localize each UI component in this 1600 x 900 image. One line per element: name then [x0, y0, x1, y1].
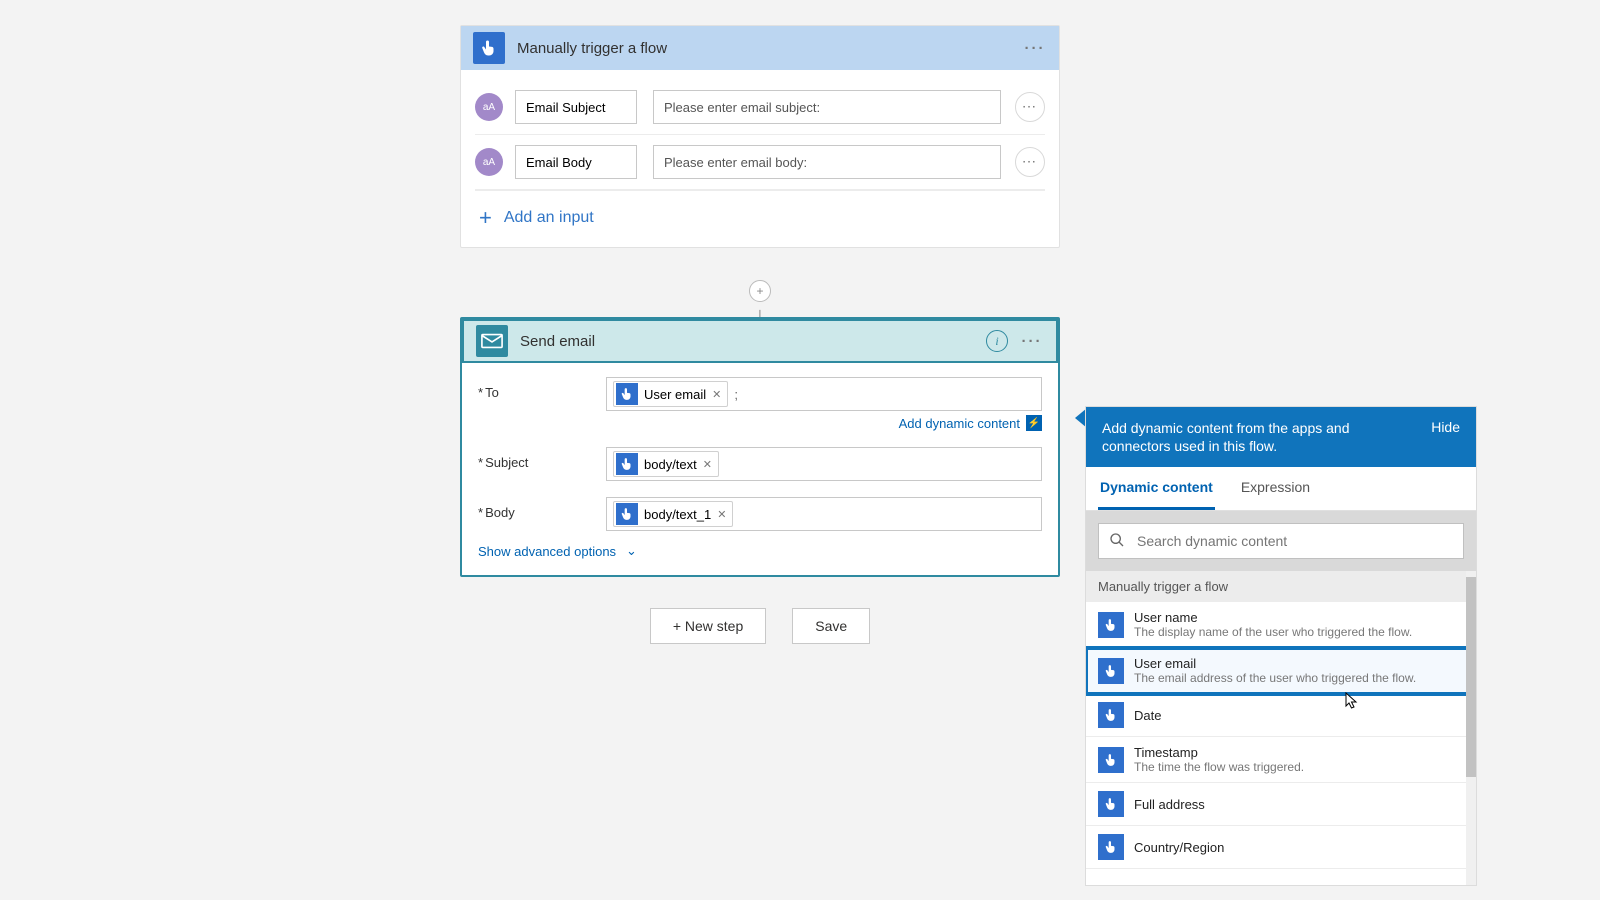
dyn-item-desc: The display name of the user who trigger…: [1134, 625, 1464, 639]
dyn-item-desc: The email address of the user who trigge…: [1134, 671, 1464, 685]
token-label: body/text_1: [644, 507, 711, 522]
show-advanced-link[interactable]: Show advanced options ⌄: [478, 539, 1042, 565]
token-body-text[interactable]: body/text ✕: [613, 451, 719, 477]
dyn-item-country-region[interactable]: Country/Region: [1086, 826, 1476, 869]
token-label: User email: [644, 387, 706, 402]
flyout-list[interactable]: Manually trigger a flow User name The di…: [1086, 571, 1476, 885]
field-label-subject: *Subject: [478, 447, 606, 470]
flyout-search[interactable]: [1098, 523, 1464, 559]
search-icon: [1109, 532, 1125, 551]
trigger-input-row: aA Email Subject Please enter email subj…: [475, 80, 1045, 135]
action-title: Send email: [520, 333, 986, 350]
flyout-scrollbar[interactable]: [1466, 571, 1476, 885]
trigger-input-prompt[interactable]: Please enter email body:: [653, 145, 1001, 179]
token-user-email[interactable]: User email ✕: [613, 381, 728, 407]
flyout-tabs: Dynamic content Expression: [1086, 467, 1476, 511]
token-remove[interactable]: ✕: [703, 458, 712, 471]
dyn-item-title: Timestamp: [1134, 745, 1464, 760]
insert-step-button[interactable]: +: [749, 280, 771, 302]
flow-icon: [616, 383, 638, 405]
action-card: Send email i ··· *To User email ✕: [460, 317, 1060, 577]
field-label-body: *Body: [478, 497, 606, 520]
tab-expression[interactable]: Expression: [1239, 467, 1312, 510]
token-remove[interactable]: ✕: [717, 508, 726, 521]
field-label-to: *To: [478, 377, 606, 400]
add-dynamic-content-link[interactable]: Add dynamic content ⚡: [606, 411, 1042, 431]
chevron-down-icon: ⌄: [626, 543, 637, 559]
flow-icon: [1098, 747, 1124, 773]
dyn-item-title: User email: [1134, 656, 1464, 671]
flyout-message: Add dynamic content from the apps and co…: [1102, 419, 1419, 455]
new-step-button[interactable]: + New step: [650, 608, 766, 644]
tab-dynamic-content[interactable]: Dynamic content: [1098, 467, 1215, 510]
flow-icon: [1098, 702, 1124, 728]
action-menu-button[interactable]: ···: [1020, 329, 1044, 353]
trigger-input-options[interactable]: ···: [1015, 147, 1045, 177]
dyn-item-full-address[interactable]: Full address: [1086, 783, 1476, 826]
trigger-card: Manually trigger a flow ··· aA Email Sub…: [460, 25, 1060, 248]
add-input-label: Add an input: [504, 209, 594, 227]
flyout-hide-button[interactable]: Hide: [1419, 419, 1460, 455]
field-subject: *Subject body/text ✕: [478, 439, 1042, 489]
plus-icon: +: [479, 207, 492, 229]
dynamic-content-icon: ⚡: [1026, 415, 1042, 431]
to-input[interactable]: User email ✕ ;: [606, 377, 1042, 411]
dyn-item-user-email[interactable]: User email The email address of the user…: [1086, 648, 1476, 694]
field-to: *To User email ✕ ; Add dynamic co: [478, 369, 1042, 439]
trigger-input-options[interactable]: ···: [1015, 92, 1045, 122]
trigger-header[interactable]: Manually trigger a flow ···: [461, 26, 1059, 70]
trigger-menu-button[interactable]: ···: [1023, 36, 1047, 60]
touch-icon: [473, 32, 505, 64]
trigger-input-row: aA Email Body Please enter email body: ·…: [475, 135, 1045, 190]
flyout-group-header: Manually trigger a flow: [1086, 571, 1476, 602]
flyout-search-wrap: [1086, 511, 1476, 571]
dyn-item-timestamp[interactable]: Timestamp The time the flow was triggere…: [1086, 737, 1476, 783]
flow-icon: [1098, 658, 1124, 684]
dynamic-content-flyout: Add dynamic content from the apps and co…: [1085, 406, 1477, 886]
dyn-item-title: User name: [1134, 610, 1464, 625]
flow-icon: [1098, 834, 1124, 860]
dyn-item-title: Date: [1134, 708, 1464, 723]
flyout-header: Add dynamic content from the apps and co…: [1086, 407, 1476, 467]
flow-icon: [1098, 612, 1124, 638]
flow-icon: [616, 453, 638, 475]
scrollbar-thumb[interactable]: [1466, 577, 1476, 777]
mail-icon: [476, 325, 508, 357]
flow-icon: [616, 503, 638, 525]
trigger-input-prompt[interactable]: Please enter email subject:: [653, 90, 1001, 124]
bottom-actions: + New step Save: [460, 608, 1060, 644]
dyn-item-title: Full address: [1134, 797, 1464, 812]
dyn-item-title: Country/Region: [1134, 840, 1464, 855]
field-body: *Body body/text_1 ✕: [478, 489, 1042, 539]
trigger-input-name[interactable]: Email Body: [515, 145, 637, 179]
to-text: ;: [734, 387, 738, 402]
trigger-input-name[interactable]: Email Subject: [515, 90, 637, 124]
dyn-item-user-name[interactable]: User name The display name of the user w…: [1086, 602, 1476, 648]
dyn-item-desc: The time the flow was triggered.: [1134, 760, 1464, 774]
trigger-title: Manually trigger a flow: [517, 40, 1023, 57]
text-type-badge: aA: [475, 148, 503, 176]
text-type-badge: aA: [475, 93, 503, 121]
info-icon[interactable]: i: [986, 330, 1008, 352]
token-body-text-1[interactable]: body/text_1 ✕: [613, 501, 733, 527]
search-input[interactable]: [1137, 533, 1453, 549]
flow-icon: [1098, 791, 1124, 817]
add-input-button[interactable]: + Add an input: [475, 191, 1045, 247]
action-header[interactable]: Send email i ···: [462, 319, 1058, 363]
token-remove[interactable]: ✕: [712, 388, 721, 401]
subject-input[interactable]: body/text ✕: [606, 447, 1042, 481]
body-input[interactable]: body/text_1 ✕: [606, 497, 1042, 531]
save-button[interactable]: Save: [792, 608, 870, 644]
token-label: body/text: [644, 457, 697, 472]
dyn-item-date[interactable]: Date: [1086, 694, 1476, 737]
